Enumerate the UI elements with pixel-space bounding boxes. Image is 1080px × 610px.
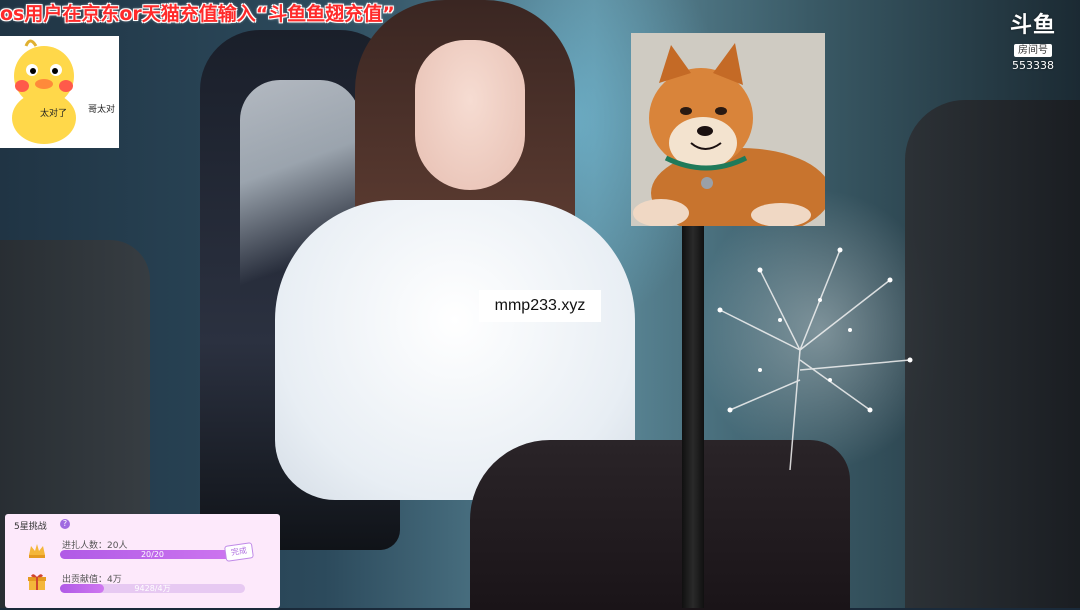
duck-sticker: 太对了 哥太对 [0, 36, 119, 148]
question-icon[interactable]: ? [60, 519, 70, 529]
background-fur-chair [905, 100, 1080, 608]
five-star-challenge-widget[interactable]: 5星挑战 ? 进扎人数：20人 20/20 完成 出贡献值：4万 9428/4万 [5, 514, 280, 608]
crown-icon [29, 544, 45, 558]
streamer-face [415, 40, 525, 190]
douyu-logo: 斗鱼 房间号 553338 [1000, 14, 1066, 76]
challenge-row-2-progress-bar: 9428/4万 [60, 584, 245, 593]
light-tree [717, 247, 913, 470]
room-number: 553338 [1012, 59, 1054, 72]
shiba-dog-icon [631, 33, 825, 226]
challenge-row-1-progress-bar: 20/20 [60, 550, 245, 559]
room-number-tag: 房间号 [1014, 44, 1052, 57]
douyu-brand: 斗鱼 [1009, 13, 1056, 38]
shiba-dog-image [631, 33, 825, 226]
watermark-label: mmp233.xyz [479, 290, 601, 322]
challenge-complete-badge: 完成 [224, 542, 254, 562]
sticker-text-left: 太对了 [40, 109, 68, 119]
promo-banner: os用户在京东or天猫充值输入“斗鱼鱼翅充值” [0, 3, 395, 25]
sticker-text-right: 哥太对 [88, 105, 116, 115]
gift-icon [28, 574, 46, 590]
challenge-row-1-progress-text: 20/20 [140, 550, 165, 559]
challenge-title: 5星挑战 [14, 522, 47, 532]
duck-icon [12, 39, 76, 144]
challenge-row-2-progress-text: 9428/4万 [134, 584, 171, 593]
